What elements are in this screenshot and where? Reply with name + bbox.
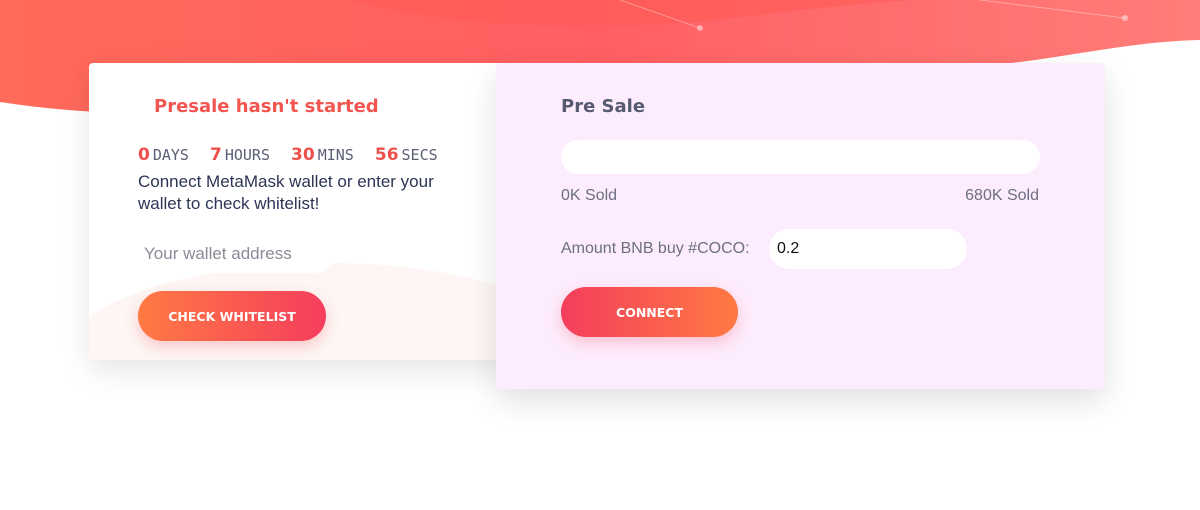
- check-whitelist-button[interactable]: CHECK WHITELIST: [138, 291, 326, 341]
- wallet-address-input[interactable]: [136, 235, 334, 273]
- countdown-mins-label: MINS: [317, 146, 354, 164]
- bnb-amount-input[interactable]: [769, 229, 967, 269]
- countdown-secs: 56: [374, 145, 399, 165]
- presale-status-heading: Presale hasn't started: [154, 96, 379, 117]
- connect-wallet-button[interactable]: CONNECT: [561, 287, 738, 337]
- countdown-days-label: DAYS: [152, 146, 189, 164]
- countdown-hours-label: HOURS: [224, 146, 270, 164]
- countdown-hours: 7: [210, 145, 222, 165]
- amount-label: Amount BNB buy #COCO:: [561, 240, 750, 257]
- presale-title: Pre Sale: [561, 96, 646, 117]
- countdown-days: 0: [138, 145, 150, 165]
- countdown-secs-label: SECS: [401, 146, 438, 164]
- presale-card: Pre Sale 0K Sold 680K Sold Amount BNB bu…: [496, 63, 1105, 389]
- countdown-mins: 30: [291, 145, 315, 165]
- sold-min-label: 0K Sold: [561, 187, 618, 204]
- whitelist-instruction: Connect MetaMask wallet or enter your wa…: [138, 172, 434, 213]
- countdown-timer: 0 DAYS 7 HOURS 30 MINS 56 SECS: [138, 145, 450, 165]
- whitelist-card: Presale hasn't started 0 DAYS 7 HOURS 30 MI…: [89, 63, 509, 360]
- sold-max-label: 680K Sold: [965, 187, 1039, 204]
- sale-progress-bar: [561, 140, 1040, 174]
